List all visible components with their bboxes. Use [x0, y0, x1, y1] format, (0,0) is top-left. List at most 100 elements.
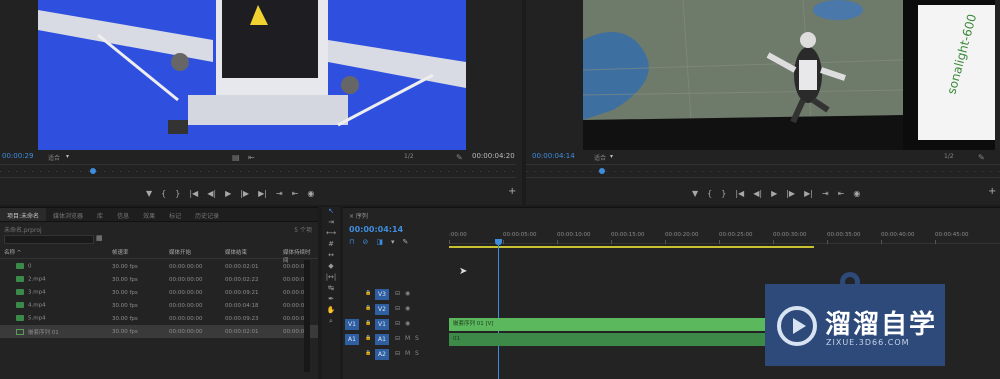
sync-lock-icon[interactable]: ⊟ — [395, 290, 400, 297]
go-to-out-icon[interactable]: ▶| — [258, 189, 267, 198]
export-frame-icon[interactable]: ◉ — [307, 189, 314, 198]
mark-out-icon[interactable]: } — [175, 189, 180, 198]
col-name[interactable]: 名称 ^ — [0, 248, 112, 258]
col-frame-rate[interactable]: 帧速率 — [112, 248, 169, 258]
marker-icon[interactable]: ▾ — [391, 238, 395, 246]
program-ratio-select[interactable]: 1/2 — [944, 153, 954, 160]
arrow-left-icon[interactable]: ⇤ — [248, 153, 255, 162]
pen-tool-icon[interactable]: ✒ — [322, 295, 340, 306]
tab-history[interactable]: 历史记录 — [188, 208, 226, 221]
wrench-icon[interactable]: ✎ — [978, 153, 985, 162]
eye-icon[interactable]: ◉ — [405, 320, 410, 327]
wrench-icon[interactable]: ✎ — [456, 153, 463, 162]
wrench-icon[interactable]: ✎ — [402, 238, 408, 246]
tab-markers[interactable]: 标记 — [162, 208, 188, 221]
track-target-button[interactable]: V2 — [375, 304, 389, 315]
program-fit-select[interactable]: 适合 — [594, 153, 606, 162]
step-back-icon[interactable]: ◀| — [753, 189, 762, 198]
timeline-timecode[interactable]: 00:00:04:14 — [349, 225, 403, 234]
list-item[interactable]: 4.mp4 30.00 fps 00:00:00:00 00:00:04:18 00:0… — [0, 299, 318, 312]
mute-icon[interactable]: M — [405, 335, 410, 342]
marker-icon[interactable]: ▼ — [692, 189, 698, 198]
chevron-down-icon[interactable]: ▾ — [610, 153, 613, 160]
mark-in-icon[interactable]: { — [707, 189, 712, 198]
program-timecode[interactable]: 00:00:04:14 — [532, 152, 575, 160]
slip-tool-icon[interactable]: |↔| — [322, 273, 340, 284]
program-scrubber[interactable] — [526, 164, 1000, 178]
play-icon[interactable]: ▶ — [771, 189, 777, 198]
extract-icon[interactable]: ⇤ — [838, 189, 845, 198]
solo-icon[interactable]: S — [415, 335, 419, 342]
sequence-tab[interactable]: × 序列 — [349, 211, 368, 220]
col-media-duration[interactable]: 媒体持续时间 — [283, 248, 313, 264]
track-target-button[interactable]: A2 — [375, 349, 389, 360]
eye-icon[interactable]: ◉ — [405, 305, 410, 312]
tab-libraries[interactable]: 库 — [90, 208, 110, 221]
nest-icon[interactable]: ◨ — [376, 238, 383, 246]
add-button-icon[interactable]: + — [988, 186, 996, 197]
list-item[interactable]: 5.mp4 30.00 fps 00:00:00:00 00:00:09:23 00:0… — [0, 312, 318, 325]
lock-icon[interactable]: 🔒 — [365, 290, 371, 296]
source-ratio-select[interactable]: 1/2 — [404, 153, 414, 160]
source-patch-button[interactable]: V1 — [345, 319, 359, 330]
sync-lock-icon[interactable]: ⊟ — [395, 320, 400, 327]
selection-tool-icon[interactable]: ↖ — [322, 207, 340, 218]
export-frame-icon[interactable]: ◉ — [853, 189, 860, 198]
go-to-out-icon[interactable]: ▶| — [804, 189, 813, 198]
marker-icon[interactable]: ▼ — [146, 189, 152, 198]
col-media-end[interactable]: 媒体结束 — [225, 248, 283, 258]
search-input[interactable] — [4, 235, 94, 244]
list-item[interactable]: 2.mp4 30.00 fps 00:00:00:00 00:00:02:22 00:0… — [0, 273, 318, 286]
source-scrubber[interactable] — [0, 164, 516, 178]
lock-icon[interactable]: 🔒 — [365, 350, 371, 356]
track-select-tool-icon[interactable]: ⇥ — [322, 218, 340, 229]
source-playhead[interactable] — [90, 168, 96, 174]
list-item[interactable]: 嵌套序列 01 30.00 fps 00:00:00:00 00:00:02:01 00… — [0, 325, 318, 338]
time-ruler[interactable]: :00:00 00:00:05:00 00:00:10:00 00:00:15:00 0… — [449, 228, 1000, 244]
mark-in-icon[interactable]: { — [161, 189, 166, 198]
go-to-in-icon[interactable]: |◀ — [735, 189, 744, 198]
source-fit-select[interactable]: 适合 — [48, 153, 60, 162]
add-button-icon[interactable]: + — [508, 186, 516, 197]
tab-info[interactable]: 信息 — [110, 208, 136, 221]
lift-icon[interactable]: ⇥ — [822, 189, 829, 198]
source-patch-button[interactable]: A1 — [345, 334, 359, 345]
step-forward-icon[interactable]: |▶ — [786, 189, 795, 198]
lock-icon[interactable]: 🔒 — [365, 305, 371, 311]
tab-effects[interactable]: 效果 — [136, 208, 162, 221]
track-target-button[interactable]: V3 — [375, 289, 389, 300]
solo-icon[interactable]: S — [415, 350, 419, 357]
tab-project[interactable]: 项目:未命名 — [0, 208, 47, 221]
overwrite-icon[interactable]: ⇤ — [292, 189, 299, 198]
sync-lock-icon[interactable]: ⊟ — [395, 350, 400, 357]
play-icon[interactable]: ▶ — [225, 189, 231, 198]
new-bin-icon[interactable]: ▦ — [96, 234, 103, 242]
linked-selection-icon[interactable]: ⊘ — [362, 238, 368, 246]
hand-tool-icon[interactable]: ✋ — [322, 306, 340, 317]
program-playhead[interactable] — [599, 168, 605, 174]
eye-icon[interactable]: ◉ — [405, 290, 410, 297]
lock-icon[interactable]: 🔒 — [365, 320, 371, 326]
mute-icon[interactable]: M — [405, 350, 410, 357]
source-timecode[interactable]: 00:00:29 — [2, 152, 33, 160]
razor-tool-icon[interactable]: ◆ — [322, 262, 340, 273]
list-item[interactable]: 3.mp4 30.00 fps 00:00:00:00 00:00:09:21 00:0… — [0, 286, 318, 299]
slide-tool-icon[interactable]: ↹ — [322, 284, 340, 295]
track-target-button[interactable]: A1 — [375, 334, 389, 345]
sync-lock-icon[interactable]: ⊟ — [395, 335, 400, 342]
ripple-edit-tool-icon[interactable]: ⟷ — [322, 229, 340, 240]
work-area-bar[interactable] — [449, 246, 814, 248]
lock-icon[interactable]: 🔒 — [365, 335, 371, 341]
col-media-start[interactable]: 媒体开始 — [169, 248, 225, 258]
rate-stretch-tool-icon[interactable]: ↔ — [322, 251, 340, 262]
tab-media-browser[interactable]: 媒体浏览器 — [46, 208, 90, 221]
zoom-tool-icon[interactable]: ⌕ — [322, 317, 340, 328]
step-back-icon[interactable]: ◀| — [207, 189, 216, 198]
rolling-edit-tool-icon[interactable]: # — [322, 240, 340, 251]
settings-icon[interactable]: ▤ — [232, 153, 240, 162]
list-item[interactable]: 0 30.00 fps 00:00:00:00 00:00:02:01 00:00:02… — [0, 260, 318, 273]
mark-out-icon[interactable]: } — [721, 189, 726, 198]
insert-icon[interactable]: ⇥ — [276, 189, 283, 198]
snap-icon[interactable]: ⊓ — [349, 238, 354, 246]
step-forward-icon[interactable]: |▶ — [240, 189, 249, 198]
